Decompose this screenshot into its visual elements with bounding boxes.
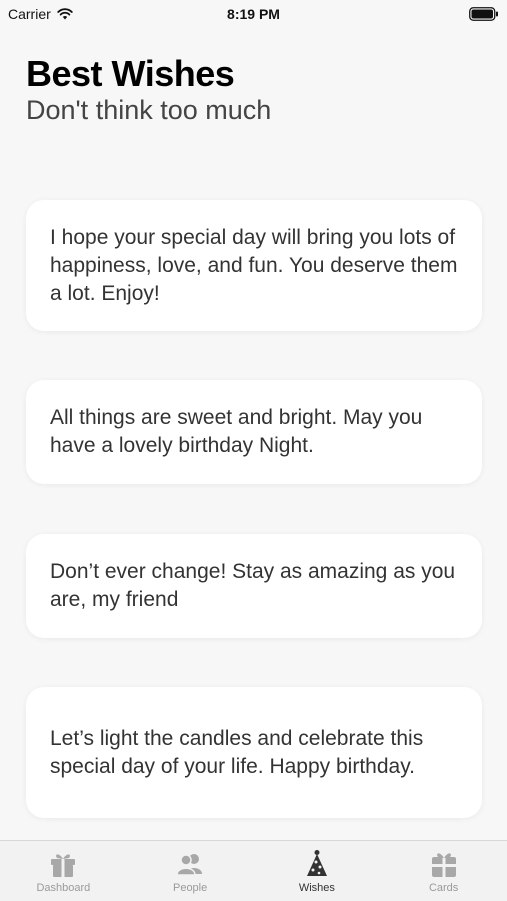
tab-label: Dashboard bbox=[36, 882, 91, 894]
page-subtitle: Don't think too much bbox=[26, 95, 272, 125]
wish-text: I hope your special day will bring you l… bbox=[50, 225, 458, 305]
header: Best Wishes Don't think too much bbox=[26, 52, 271, 126]
wish-card[interactable]: Let’s light the candles and celebrate th… bbox=[26, 687, 482, 818]
tab-wishes[interactable]: Wishes bbox=[254, 841, 381, 901]
gift-card-icon bbox=[431, 853, 456, 877]
people-icon bbox=[176, 854, 203, 876]
status-time: 8:19 PM bbox=[227, 6, 280, 22]
tab-label: Cards bbox=[428, 882, 459, 894]
wish-text: Don’t ever change! Stay as amazing as yo… bbox=[50, 560, 456, 611]
page-title: Best Wishes bbox=[26, 53, 235, 94]
wish-card[interactable]: I hope your special day will bring you l… bbox=[26, 200, 482, 331]
tab-people[interactable]: People bbox=[127, 841, 254, 901]
gift-icon bbox=[51, 854, 76, 877]
wish-card[interactable]: Don’t ever change! Stay as amazing as yo… bbox=[26, 534, 482, 638]
status-bar: Carrier 8:19 PM bbox=[0, 0, 507, 30]
tab-bar: Dashboard People Wishes Cards bbox=[0, 840, 507, 901]
tab-dashboard[interactable]: Dashboard bbox=[0, 841, 127, 901]
battery-icon bbox=[469, 7, 498, 21]
tab-label: People bbox=[172, 882, 208, 894]
party-hat-icon bbox=[306, 850, 327, 876]
wish-text: All things are sweet and bright. May you… bbox=[50, 406, 423, 457]
tab-label: Wishes bbox=[298, 882, 335, 894]
wish-card[interactable]: All things are sweet and bright. May you… bbox=[26, 380, 482, 484]
status-battery-group bbox=[469, 7, 499, 26]
wish-text: Let’s light the candles and celebrate th… bbox=[50, 726, 424, 778]
tab-cards[interactable]: Cards bbox=[380, 841, 507, 901]
